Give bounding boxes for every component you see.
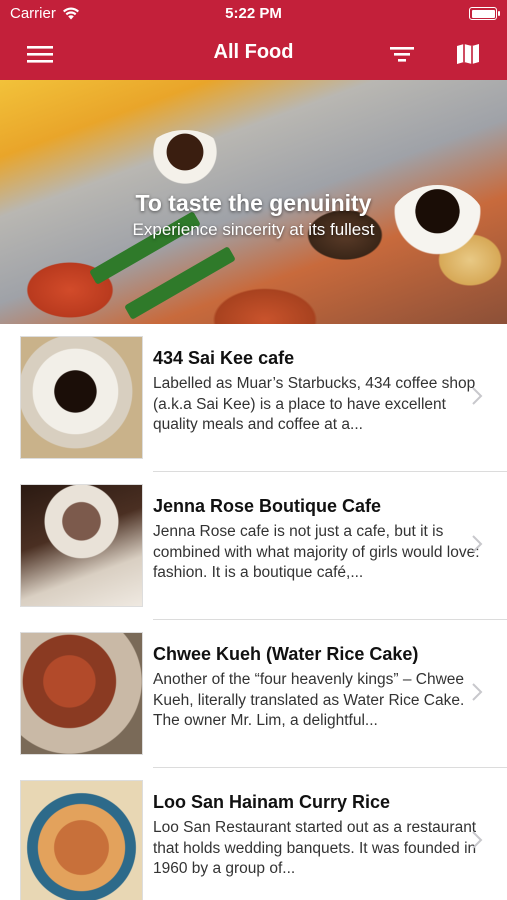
navigation-bar: All Food <box>0 28 507 80</box>
item-description: Jenna Rose cafe is not just a cafe, but … <box>153 523 480 581</box>
map-button[interactable] <box>452 38 484 70</box>
chevron-right-icon <box>472 683 483 701</box>
chevron-right-icon <box>472 831 483 849</box>
filter-button[interactable] <box>386 38 418 70</box>
battery-icon <box>469 7 500 20</box>
page-title: All Food <box>213 41 294 63</box>
chevron-right-icon <box>472 535 483 553</box>
coffee-cup-image <box>145 130 225 185</box>
filter-icon <box>390 47 414 62</box>
status-time: 5:22 PM <box>225 5 282 22</box>
item-title: 434 Sai Kee cafe <box>153 348 295 368</box>
item-thumbnail <box>20 780 143 900</box>
banner-subtitle: Experience sincerity at its fullest <box>132 220 375 239</box>
top-bar: Carrier 5:22 PM All Food <box>0 0 507 80</box>
item-title: Loo San Hainam Curry Rice <box>153 792 391 812</box>
list-item[interactable]: Jenna Rose Boutique Cafe Jenna Rose cafe… <box>0 472 507 620</box>
item-description: Another of the “four heavenly kings” – C… <box>153 671 465 729</box>
item-title: Chwee Kueh (Water Rice Cake) <box>153 644 419 664</box>
chevron-right-icon <box>472 387 483 405</box>
item-thumbnail <box>20 336 143 459</box>
list-item[interactable]: Loo San Hainam Curry Rice Loo San Restau… <box>0 768 507 900</box>
map-icon <box>457 44 479 64</box>
list-item[interactable]: Chwee Kueh (Water Rice Cake) Another of … <box>0 620 507 768</box>
list-item[interactable]: 434 Sai Kee cafe Labelled as Muar’s Star… <box>0 324 507 472</box>
hero-banner: To taste the genuinity Experience sincer… <box>0 80 507 324</box>
item-title: Jenna Rose Boutique Cafe <box>153 496 382 516</box>
item-description: Labelled as Muar’s Starbucks, 434 coffee… <box>153 375 476 433</box>
item-description: Loo San Restaurant started out as a rest… <box>153 819 477 877</box>
banner-title: To taste the genuinity <box>135 190 372 216</box>
item-thumbnail <box>20 632 143 755</box>
item-thumbnail <box>20 484 143 607</box>
status-bar: Carrier 5:22 PM <box>0 0 507 28</box>
